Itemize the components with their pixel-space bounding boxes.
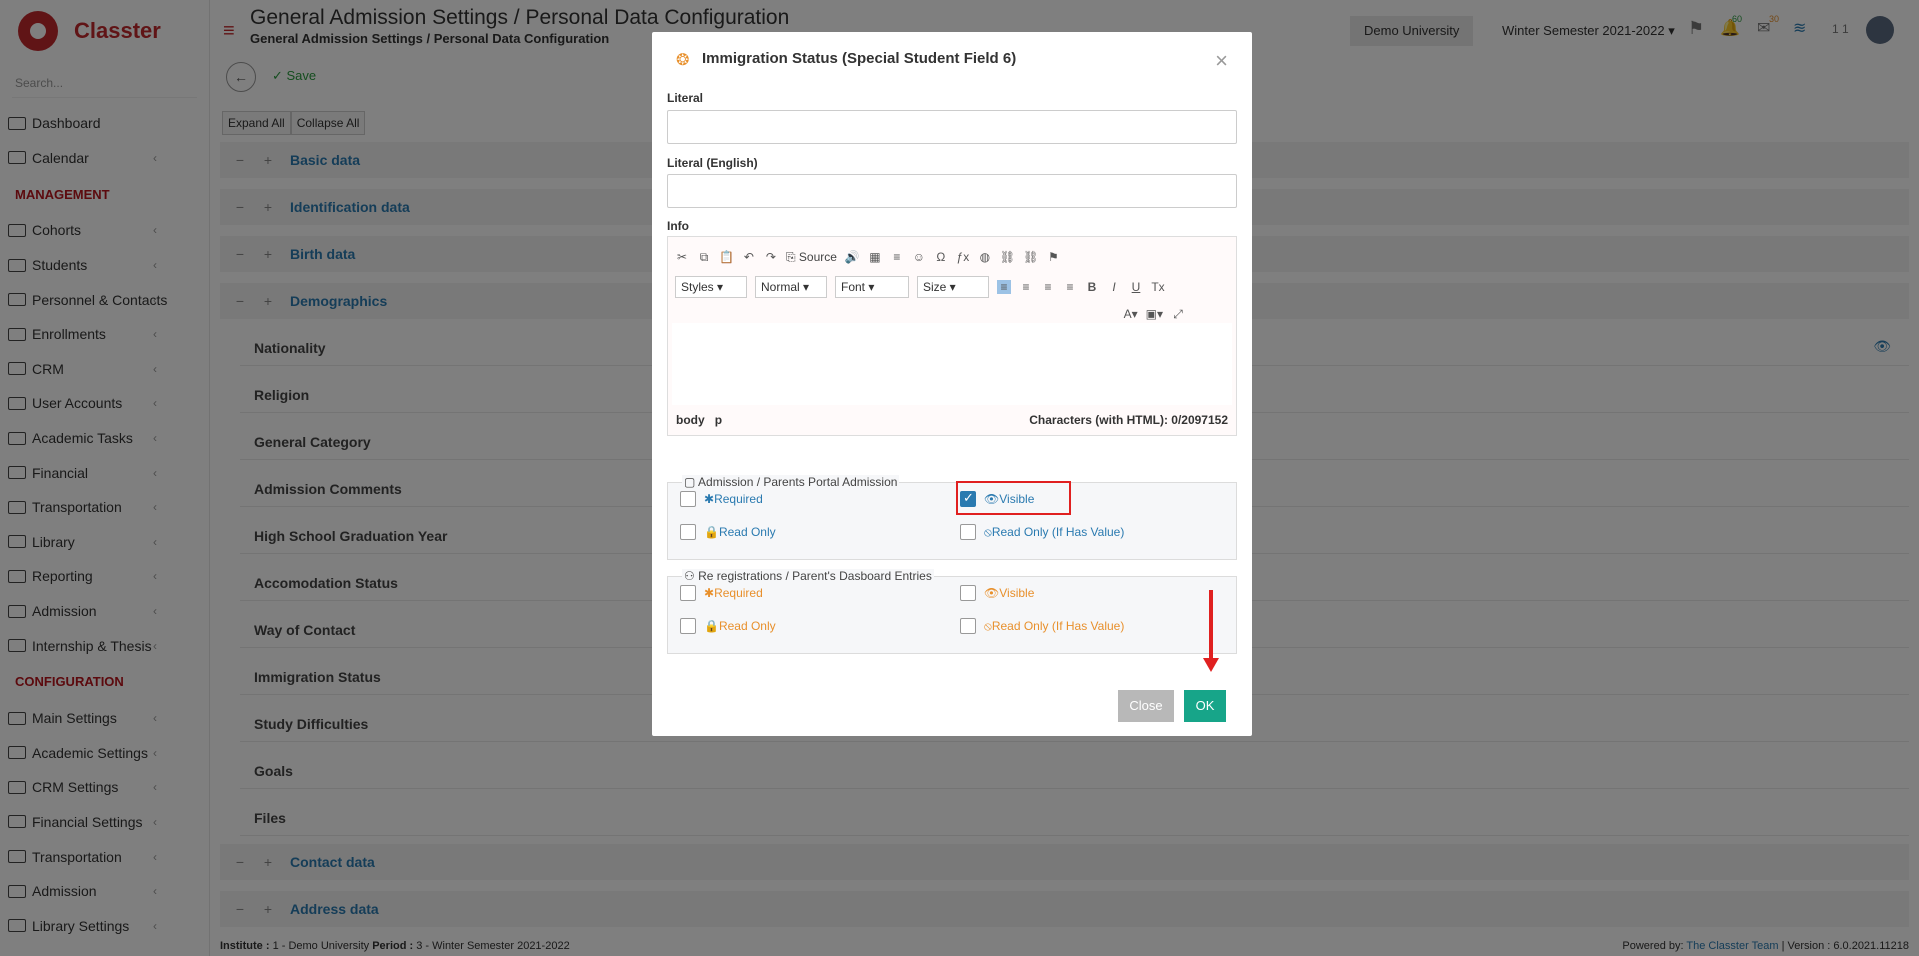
read-only-checkbox[interactable] [680, 618, 696, 634]
copy-icon[interactable]: ⧉ [697, 250, 711, 265]
read-only-if-value-label: Read Only (If Has Value) [991, 525, 1125, 539]
undo-icon[interactable]: ↶ [742, 250, 756, 264]
literal-input[interactable] [667, 110, 1237, 144]
required-label: Required [714, 492, 763, 506]
path-p[interactable]: p [715, 413, 722, 427]
path-body[interactable]: body [676, 413, 705, 427]
required-checkbox[interactable] [680, 491, 696, 507]
align-left-icon[interactable]: ≡ [997, 280, 1011, 294]
info-label: Info [667, 219, 689, 233]
text-color-icon[interactable]: A▾ [1124, 307, 1138, 321]
rich-text-editor[interactable]: ✂ ⧉ 📋 ↶ ↷ ⎘ Source 🔊 ▦ ≡ ☺ Ω ƒx ◍ ⛓ ⛓ ⚑ … [667, 236, 1237, 436]
formula-icon[interactable]: ƒx [956, 250, 970, 264]
group-heading: ⚇ Re registrations / Parent's Dasboard E… [682, 569, 934, 583]
styles-dropdown[interactable]: Styles ▾ [675, 276, 747, 298]
editor-content-area[interactable] [672, 323, 1232, 405]
globe-icon[interactable]: ◍ [978, 250, 992, 264]
required-option[interactable]: ✱ Required [680, 491, 763, 507]
background-color-icon[interactable]: ▣▾ [1146, 307, 1163, 321]
read-only-if-value-checkbox[interactable] [960, 618, 976, 634]
visible-checkbox[interactable] [960, 585, 976, 601]
link-icon[interactable]: ⛓ [1000, 250, 1015, 264]
font-label: Font [841, 280, 866, 294]
audio-icon[interactable]: 🔊 [845, 250, 860, 264]
table-icon[interactable]: ▦ [868, 250, 882, 264]
cut-icon[interactable]: ✂ [675, 250, 689, 264]
ok-button[interactable]: OK [1184, 690, 1226, 722]
format-label: Normal [761, 280, 800, 294]
visible-option[interactable]: 👁 Visible [960, 585, 1034, 601]
read-only-checkbox[interactable] [680, 524, 696, 540]
required-label: Required [714, 586, 763, 600]
justify-icon[interactable]: ≡ [1063, 280, 1077, 294]
literal-english-label: Literal (English) [667, 156, 758, 170]
field-config-modal: ❂ Immigration Status (Special Student Fi… [652, 32, 1252, 736]
group-title: Re registrations / Parent's Dasboard Ent… [698, 569, 932, 583]
read-only-if-value-option[interactable]: ⦸ Read Only (If Has Value) [960, 524, 1124, 540]
close-button[interactable]: Close [1118, 690, 1174, 722]
size-dropdown[interactable]: Size ▾ [917, 276, 989, 298]
maximize-icon[interactable]: ⤢ [1171, 307, 1185, 322]
read-only-option[interactable]: 🔒 Read Only [680, 618, 776, 634]
redo-icon[interactable]: ↷ [764, 250, 778, 264]
format-dropdown[interactable]: Normal ▾ [755, 276, 827, 298]
remove-format-icon[interactable]: Tx [1151, 280, 1165, 294]
read-only-if-value-option[interactable]: ⦸ Read Only (If Has Value) [960, 618, 1124, 634]
visible-highlight-box [956, 481, 1071, 515]
paste-icon[interactable]: 📋 [719, 250, 734, 264]
character-count: Characters (with HTML): 0/2097152 [1029, 413, 1228, 427]
group-title: Admission / Parents Portal Admission [698, 475, 898, 489]
size-label: Size [923, 280, 947, 294]
source-label: Source [798, 249, 837, 264]
read-only-option[interactable]: 🔒 Read Only [680, 524, 776, 540]
italic-icon[interactable]: I [1107, 280, 1121, 294]
annotation-arrow-head [1203, 658, 1219, 672]
group-heading: ▢ Admission / Parents Portal Admission [682, 475, 900, 489]
read-only-if-value-label: Read Only (If Has Value) [991, 619, 1125, 633]
font-dropdown[interactable]: Font ▾ [835, 276, 909, 298]
editor-toolbar: ✂ ⧉ 📋 ↶ ↷ ⎘ Source 🔊 ▦ ≡ ☺ Ω ƒx ◍ ⛓ ⛓ ⚑ … [675, 245, 1231, 326]
required-option[interactable]: ✱ Required [680, 585, 763, 601]
unlink-icon[interactable]: ⛓ [1023, 250, 1038, 264]
horizontal-rule-icon[interactable]: ≡ [890, 250, 904, 264]
literal-label: Literal [667, 91, 704, 105]
bold-icon[interactable]: B [1085, 280, 1099, 294]
modal-title: Immigration Status (Special Student Fiel… [702, 50, 1017, 67]
visible-label: Visible [999, 586, 1035, 600]
anchor-flag-icon[interactable]: ⚑ [1046, 250, 1060, 264]
align-right-icon[interactable]: ≡ [1041, 280, 1055, 294]
reregistration-group: ⚇ Re registrations / Parent's Dasboard E… [667, 569, 1237, 654]
align-center-icon[interactable]: ≡ [1019, 280, 1033, 294]
annotation-arrow-shaft [1209, 590, 1213, 662]
required-checkbox[interactable] [680, 585, 696, 601]
read-only-if-value-checkbox[interactable] [960, 524, 976, 540]
smiley-icon[interactable]: ☺ [912, 250, 926, 264]
styles-label: Styles [681, 280, 714, 294]
source-button[interactable]: ⎘ Source [786, 250, 837, 265]
admission-portal-group: ▢ Admission / Parents Portal Admission ✱… [667, 475, 1237, 560]
read-only-label: Read Only [718, 525, 776, 539]
close-icon[interactable]: × [1215, 48, 1228, 74]
underline-icon[interactable]: U [1129, 280, 1143, 294]
editor-footer: body p Characters (with HTML): 0/2097152 [668, 405, 1236, 435]
read-only-label: Read Only [718, 619, 776, 633]
literal-english-input[interactable] [667, 174, 1237, 208]
special-char-icon[interactable]: Ω [934, 250, 948, 264]
brain-icon: ❂ [676, 52, 690, 69]
